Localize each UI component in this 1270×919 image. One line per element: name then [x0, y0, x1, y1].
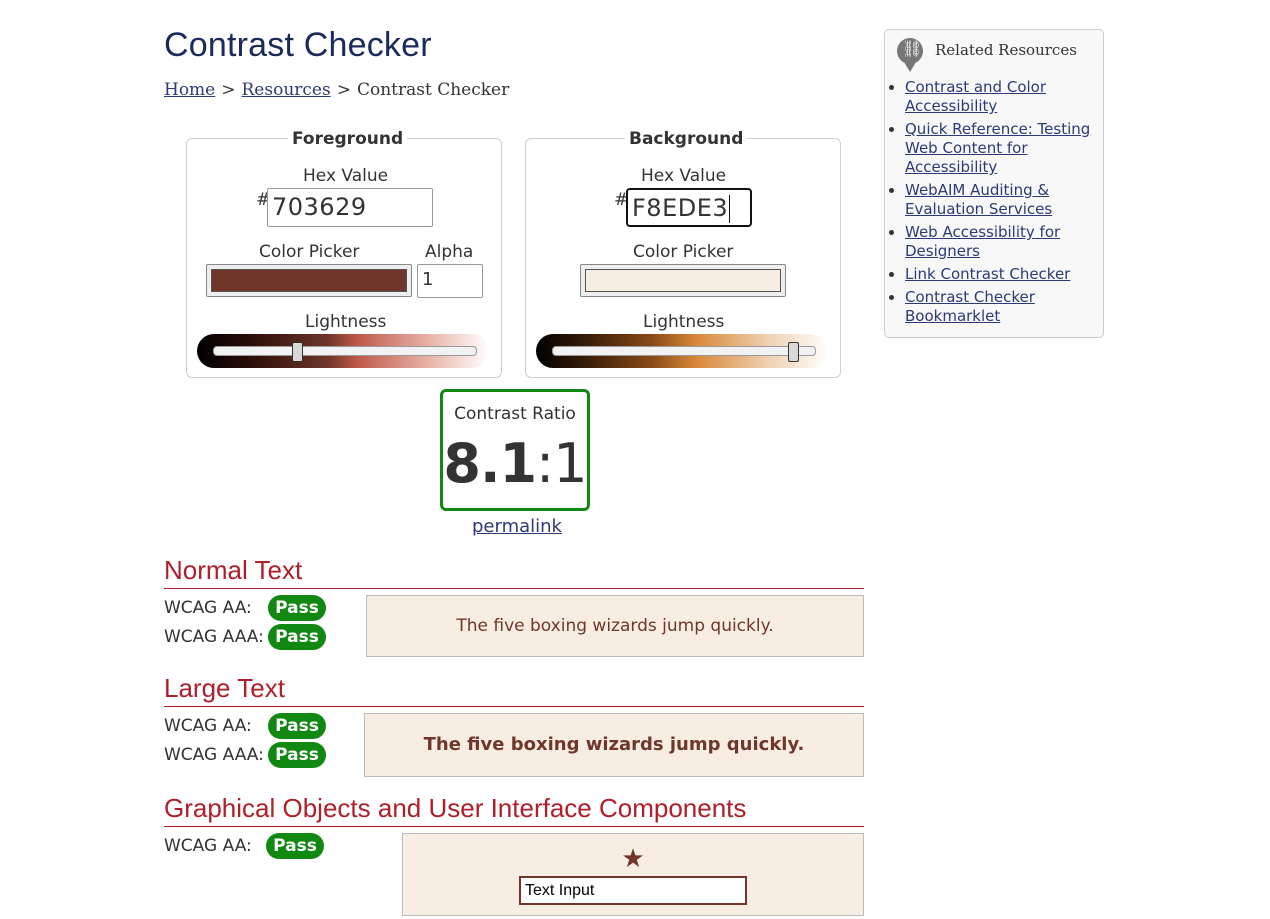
large-aaa-label: WCAG AAA: — [164, 745, 264, 765]
normal-text-sample: The five boxing wizards jump quickly. — [366, 595, 864, 657]
related-resources-panel: ⛓ Related Resources Contrast and Color A… — [884, 29, 1104, 338]
fg-slider-thumb[interactable] — [291, 342, 303, 362]
foreground-legend: Foreground — [288, 129, 408, 149]
graphical-divider — [164, 826, 864, 827]
ratio-number: 8.1 — [443, 432, 537, 495]
bg-slider-track — [552, 346, 816, 356]
permalink-link[interactable]: permalink — [472, 516, 562, 537]
graphical-aa-label: WCAG AA: — [164, 836, 252, 856]
bg-picker-label: Color Picker — [633, 242, 734, 262]
link-icon: ⛓ — [897, 38, 923, 72]
resource-link-designers[interactable]: Web Accessibility for Designers — [905, 223, 1060, 260]
large-text-sample: The five boxing wizards jump quickly. — [364, 713, 864, 777]
normal-aaa-label: WCAG AAA: — [164, 627, 264, 647]
resource-link-contrast-color[interactable]: Contrast and Color Accessibility — [905, 78, 1046, 115]
large-text-divider — [164, 706, 864, 707]
normal-text-heading: Normal Text — [164, 555, 303, 585]
fg-alpha-label: Alpha — [425, 242, 474, 262]
bg-lightness-slider[interactable] — [536, 334, 828, 368]
background-legend: Background — [625, 129, 748, 149]
fg-lightness-label: Lightness — [305, 312, 387, 332]
normal-aa-pass-badge: Pass — [268, 595, 326, 621]
star-icon: ★ — [621, 844, 645, 874]
fg-hex-label: Hex Value — [303, 166, 389, 186]
bg-hex-input[interactable]: F8EDE3 — [626, 188, 752, 227]
fg-slider-track — [213, 346, 477, 356]
normal-text-divider — [164, 588, 864, 589]
fg-hex-input[interactable]: 703629 — [267, 188, 433, 227]
graphical-sample: ★ Text Input — [402, 833, 864, 916]
contrast-ratio-caption: Contrast Ratio — [454, 404, 576, 424]
fg-picker-label: Color Picker — [259, 242, 360, 262]
bg-color-swatch — [585, 269, 781, 292]
bg-lightness-label: Lightness — [643, 312, 725, 332]
resource-link-bookmarklet[interactable]: Contrast Checker Bookmarklet — [905, 288, 1035, 325]
breadcrumb-home[interactable]: Home — [164, 80, 215, 100]
graphical-aa-pass-badge: Pass — [266, 833, 324, 859]
breadcrumb-resources[interactable]: Resources — [242, 80, 331, 100]
normal-aaa-pass-badge: Pass — [268, 624, 326, 650]
breadcrumb-separator: > — [221, 80, 236, 100]
large-aaa-pass-badge: Pass — [268, 742, 326, 768]
resource-link-auditing[interactable]: WebAIM Auditing & Evaluation Services — [905, 181, 1052, 218]
resource-link-link-contrast[interactable]: Link Contrast Checker — [905, 265, 1070, 283]
large-aa-pass-badge: Pass — [268, 713, 326, 739]
contrast-ratio-box: Contrast Ratio 8.1:1 — [440, 389, 590, 511]
ratio-suffix: 1 — [553, 432, 587, 495]
breadcrumb-separator: > — [336, 80, 351, 100]
fg-lightness-slider[interactable] — [197, 334, 489, 368]
list-item: Link Contrast Checker — [905, 265, 1095, 284]
bg-color-picker[interactable] — [580, 264, 786, 297]
page-title: Contrast Checker — [164, 26, 432, 64]
resource-link-quick-reference[interactable]: Quick Reference: Testing Web Content for… — [905, 120, 1090, 176]
large-aa-label: WCAG AA: — [164, 716, 252, 736]
fg-color-swatch — [211, 269, 407, 292]
breadcrumb: Home > Resources > Contrast Checker — [164, 80, 509, 100]
bg-hex-value: F8EDE3 — [632, 194, 729, 222]
text-caret — [729, 195, 731, 223]
list-item: Contrast and Color Accessibility — [905, 78, 1095, 116]
list-item: WebAIM Auditing & Evaluation Services — [905, 181, 1095, 219]
contrast-ratio-value: 8.1:1 — [443, 432, 587, 495]
related-resources-heading: Related Resources — [935, 41, 1077, 59]
bg-hex-label: Hex Value — [641, 166, 727, 186]
list-item: Contrast Checker Bookmarklet — [905, 288, 1095, 326]
list-item: Quick Reference: Testing Web Content for… — [905, 120, 1095, 177]
fg-alpha-input[interactable]: 1 — [417, 264, 483, 298]
ratio-colon: : — [536, 432, 554, 495]
normal-aa-label: WCAG AA: — [164, 598, 252, 618]
text-input-sample[interactable]: Text Input — [519, 876, 747, 905]
fg-color-picker[interactable] — [206, 264, 412, 297]
large-text-heading: Large Text — [164, 673, 285, 703]
bg-slider-thumb[interactable] — [788, 342, 800, 362]
list-item: Web Accessibility for Designers — [905, 223, 1095, 261]
graphical-heading: Graphical Objects and User Interface Com… — [164, 793, 747, 823]
related-resources-list: Contrast and Color Accessibility Quick R… — [885, 78, 1103, 330]
breadcrumb-current: Contrast Checker — [356, 80, 510, 100]
